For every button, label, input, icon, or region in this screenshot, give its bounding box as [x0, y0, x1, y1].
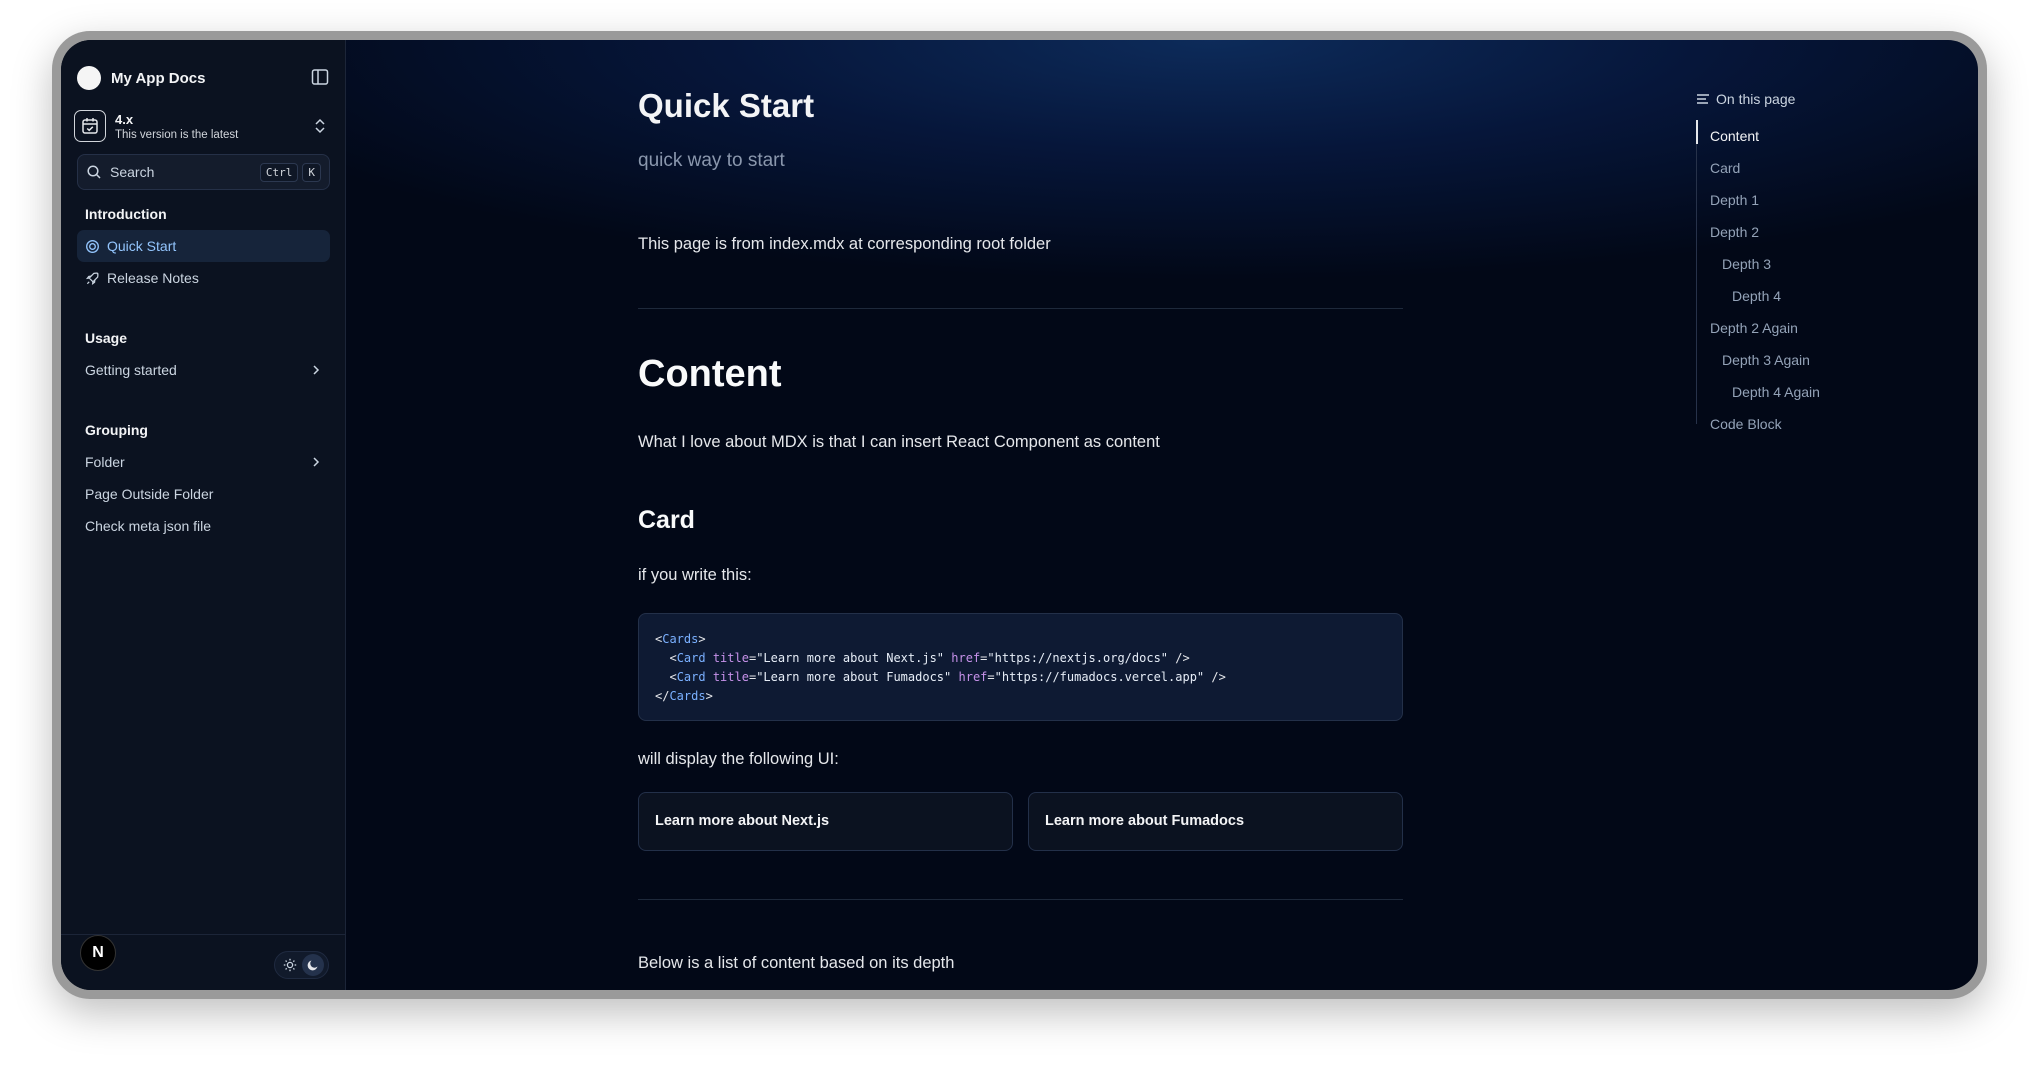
calendar-icon — [74, 110, 106, 142]
sidebar-header: My App Docs — [77, 63, 332, 93]
app-title[interactable]: My App Docs — [111, 70, 205, 87]
sidebar: My App Docs 4.x This version is the late… — [61, 40, 346, 990]
heading-card: Card — [638, 506, 695, 534]
version-text: 4.x This version is the latest — [115, 112, 238, 141]
text-align-icon — [1697, 94, 1709, 104]
divider — [638, 308, 1403, 309]
toc-item-depth-4-again[interactable]: Depth 4 Again — [1696, 376, 1916, 408]
theme-toggle[interactable] — [274, 951, 329, 979]
code-line: </Cards> — [655, 689, 713, 703]
kbd-k: K — [302, 162, 321, 182]
code-block[interactable]: <Cards> <Card title="Learn more about Ne… — [638, 613, 1403, 721]
kbd-ctrl: Ctrl — [259, 162, 299, 182]
chevron-right-icon — [310, 363, 322, 380]
sidebar-item-folder[interactable]: Folder — [77, 446, 330, 478]
sidebar-nav: Introduction Quick Start Release Notes U… — [77, 198, 330, 542]
card-paragraph: if you write this: — [638, 566, 752, 584]
nav-section-usage: Usage — [85, 330, 128, 346]
chevron-right-icon — [310, 455, 322, 472]
sidebar-item-getting-started[interactable]: Getting started — [77, 354, 330, 386]
search-button[interactable]: Search Ctrl K — [77, 154, 330, 190]
toc-active-indicator — [1696, 120, 1698, 144]
logo-icon[interactable] — [77, 66, 101, 90]
intro-paragraph: This page is from index.mdx at correspon… — [638, 235, 1051, 253]
chevrons-up-down-icon — [312, 117, 328, 140]
sidebar-item-label: Check meta json file — [85, 518, 212, 534]
toc-item-depth-3-again[interactable]: Depth 3 Again — [1696, 344, 1916, 376]
version-switcher[interactable]: 4.x This version is the latest — [74, 105, 332, 147]
toc-item-depth-3[interactable]: Depth 3 — [1696, 248, 1916, 280]
code-line: <Card title="Learn more about Next.js" h… — [655, 651, 1190, 665]
target-icon — [85, 239, 100, 254]
sidebar-item-label: Release Notes — [107, 270, 199, 286]
sidebar-item-release-notes[interactable]: Release Notes — [77, 262, 330, 294]
table-of-contents: On this page Content Card Depth 1 Depth … — [1696, 88, 1916, 440]
code-line: <Cards> — [655, 632, 706, 646]
search-label: Search — [110, 164, 155, 180]
sidebar-item-quick-start[interactable]: Quick Start — [77, 230, 330, 262]
search-icon — [87, 165, 101, 179]
toc-list: Content Card Depth 1 Depth 2 Depth 3 Dep… — [1696, 120, 1916, 440]
toc-item-code-block[interactable]: Code Block — [1696, 408, 1916, 440]
nav-section-introduction: Introduction — [85, 206, 167, 222]
toc-item-depth-2-again[interactable]: Depth 2 Again — [1696, 312, 1916, 344]
sidebar-item-label: Quick Start — [107, 238, 177, 254]
sidebar-item-page-outside-folder[interactable]: Page Outside Folder — [77, 478, 330, 510]
nav-section-grouping: Grouping — [85, 422, 148, 438]
page-description: quick way to start — [638, 150, 785, 171]
depth-paragraph: Below is a list of content based on its … — [638, 954, 955, 972]
toc-item-depth-4[interactable]: Depth 4 — [1696, 280, 1916, 312]
nextjs-badge[interactable]: N — [80, 935, 116, 971]
version-subtitle: This version is the latest — [115, 128, 239, 141]
screen: My App Docs 4.x This version is the late… — [61, 40, 1978, 990]
card-fumadocs[interactable]: Learn more about Fumadocs — [1028, 792, 1403, 851]
display-paragraph: will display the following UI: — [638, 750, 839, 768]
toc-item-content[interactable]: Content — [1696, 120, 1916, 152]
toc-rail — [1696, 120, 1697, 424]
sidebar-item-label: Folder — [85, 454, 125, 470]
rocket-icon — [85, 271, 100, 286]
toc-item-card[interactable]: Card — [1696, 152, 1916, 184]
divider — [638, 899, 1403, 900]
sidebar-item-label: Page Outside Folder — [85, 486, 214, 502]
page-title: Quick Start — [638, 87, 815, 124]
sidebar-toggle-icon — [311, 69, 329, 85]
toc-heading: On this page — [1696, 88, 1916, 110]
toc-item-depth-2[interactable]: Depth 2 — [1696, 216, 1916, 248]
code-line: <Card title="Learn more about Fumadocs" … — [655, 670, 1226, 684]
card-nextjs[interactable]: Learn more about Next.js — [638, 792, 1013, 851]
sidebar-collapse-button[interactable] — [310, 67, 332, 89]
version-name: 4.x — [115, 111, 134, 127]
sidebar-item-label: Getting started — [85, 362, 177, 378]
sidebar-item-check-meta-json[interactable]: Check meta json file — [77, 510, 330, 542]
moon-icon[interactable] — [302, 954, 325, 976]
heading-content: Content — [638, 353, 782, 395]
app-window: My App Docs 4.x This version is the late… — [52, 31, 1987, 999]
sidebar-footer: N — [61, 934, 345, 990]
sun-icon[interactable] — [279, 954, 301, 976]
content-paragraph: What I love about MDX is that I can inse… — [638, 433, 1160, 451]
toc-item-depth-1[interactable]: Depth 1 — [1696, 184, 1916, 216]
toc-heading-label: On this page — [1716, 91, 1796, 107]
